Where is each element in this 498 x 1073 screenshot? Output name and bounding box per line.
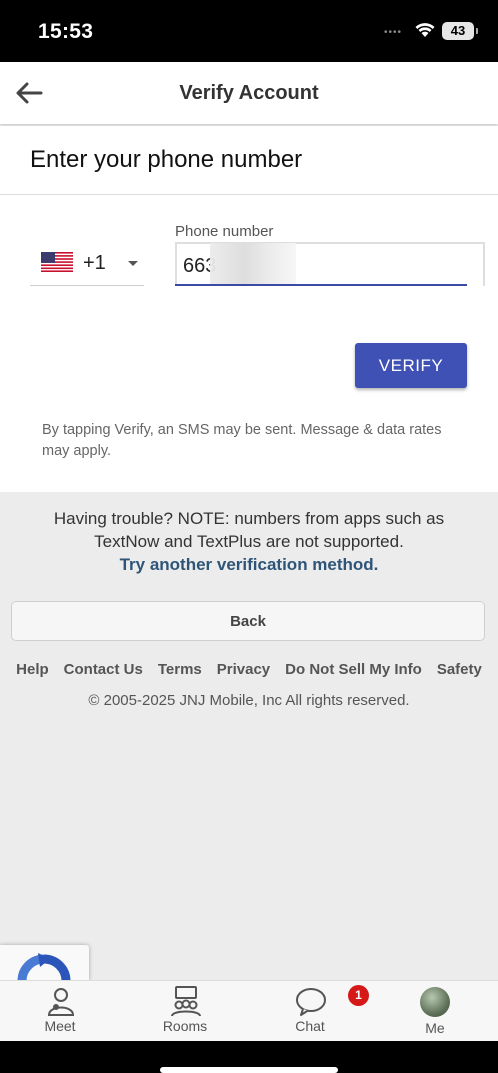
phone-number-label: Phone number <box>175 223 274 240</box>
verify-button[interactable]: VERIFY <box>355 343 467 388</box>
footer-link-contact-us[interactable]: Contact Us <box>64 661 143 678</box>
bottom-nav: Meet Rooms Chat 1 Me <box>0 980 498 1041</box>
page-title: Verify Account <box>179 82 319 104</box>
verify-card: Enter your phone number +1 Phone number … <box>0 126 498 492</box>
trouble-note: Having trouble? NOTE: numbers from apps … <box>20 507 478 576</box>
footer-link-terms[interactable]: Terms <box>158 661 202 678</box>
app-header: Verify Account <box>0 62 498 124</box>
sms-disclaimer: By tapping Verify, an SMS may be sent. M… <box>42 422 442 459</box>
divider <box>0 194 498 195</box>
nav-label-rooms: Rooms <box>162 1018 208 1034</box>
status-bar: 15:53 •••• 43 <box>0 0 498 62</box>
alternate-verification-link[interactable]: Try another verification method. <box>20 553 478 576</box>
country-code-select[interactable]: +1 <box>30 242 144 286</box>
nav-item-chat[interactable]: Chat <box>265 981 355 1042</box>
chat-unread-badge: 1 <box>348 985 369 1006</box>
nav-item-me[interactable]: Me <box>390 981 480 1042</box>
footer-links: Help Contact Us Terms Privacy Do Not Sel… <box>0 661 498 678</box>
footer-link-do-not-sell[interactable]: Do Not Sell My Info <box>285 661 422 678</box>
status-time: 15:53 <box>38 20 94 43</box>
recaptcha-icon <box>17 953 71 981</box>
meet-icon <box>47 988 75 1016</box>
back-button[interactable]: Back <box>11 601 485 641</box>
wifi-icon <box>415 23 435 37</box>
avatar <box>420 987 450 1017</box>
nav-label-meet: Meet <box>44 1018 76 1034</box>
us-flag-icon <box>41 252 73 272</box>
copyright: © 2005-2025 JNJ Mobile, Inc All rights r… <box>88 692 410 709</box>
home-bar <box>0 1041 498 1073</box>
recaptcha-badge[interactable] <box>0 945 89 981</box>
footer-link-privacy[interactable]: Privacy <box>217 661 270 678</box>
trouble-text: Having trouble? NOTE: numbers from apps … <box>53 509 445 551</box>
phone-input-underline <box>175 284 467 286</box>
footer-link-safety[interactable]: Safety <box>437 661 482 678</box>
country-code: +1 <box>83 252 106 274</box>
nav-label-me: Me <box>425 1020 445 1036</box>
rooms-icon <box>171 986 201 1017</box>
redacted-region <box>210 243 296 285</box>
form-title: Enter your phone number <box>30 146 303 173</box>
battery-icon: 43 <box>442 22 478 40</box>
chevron-down-icon <box>128 261 138 266</box>
home-indicator[interactable] <box>160 1067 338 1073</box>
cellular-signal-icon: •••• <box>384 27 403 38</box>
footer-link-help[interactable]: Help <box>16 661 49 678</box>
chat-bubble-icon <box>296 988 326 1016</box>
nav-label-chat: Chat <box>295 1018 325 1034</box>
nav-item-meet[interactable]: Meet <box>15 981 105 1042</box>
nav-item-rooms[interactable]: Rooms <box>140 981 230 1042</box>
